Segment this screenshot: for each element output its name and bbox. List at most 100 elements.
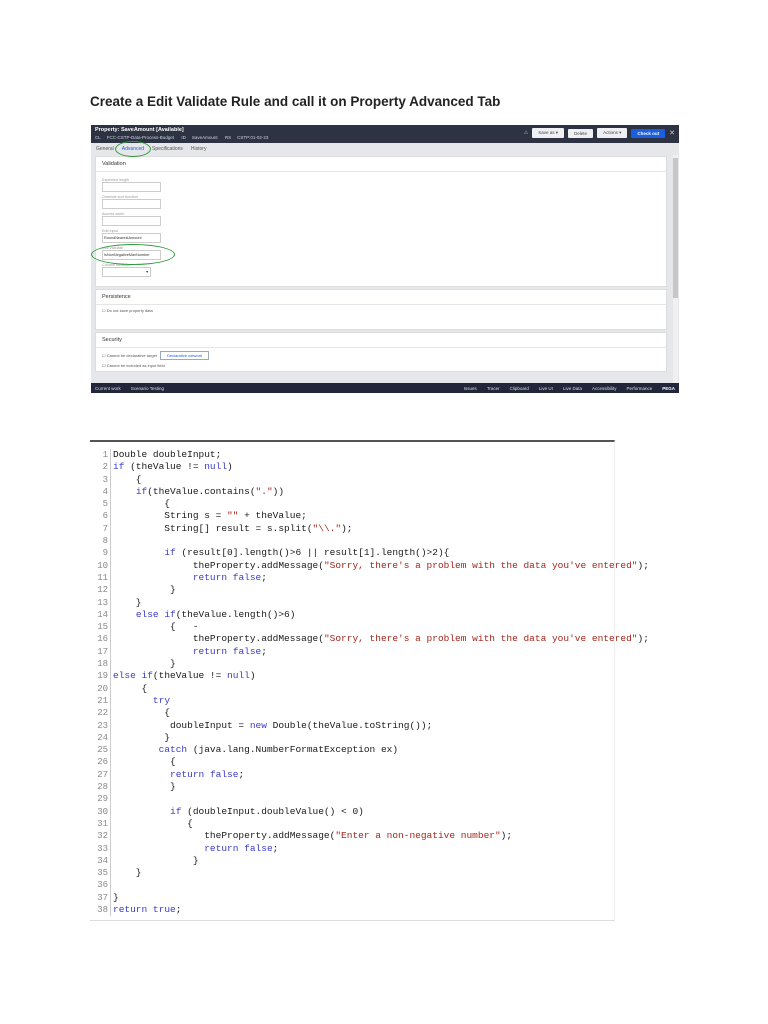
code-line: } [113, 854, 199, 866]
code-line: return false; [192, 645, 267, 657]
line-number: 21 [97, 695, 108, 706]
use-validate-label: Use validate [102, 246, 123, 250]
line-number: 13 [97, 597, 108, 608]
declarative-network-button[interactable]: Declarative network [159, 351, 210, 360]
line-number: 28 [97, 782, 108, 793]
code-lines: Double doubleInput; if (theValue != null)… [113, 449, 649, 916]
code-editor: 1 2 3 4 5 6 7 8 9 10 11 12 13 14 15 16 17 18 19 20 21 22 23 24 2… [90, 440, 649, 921]
line-number: 35 [97, 868, 108, 879]
code-line: { [113, 756, 176, 768]
code-line: else if(theValue.length()>6) [135, 608, 296, 620]
code-line: } [113, 891, 119, 903]
checkbox-icon[interactable]: ☐ [102, 308, 106, 313]
close-icon[interactable]: ✕ [669, 129, 675, 137]
dev-studio-footer: Current work Scenario Testing Issues Tra… [91, 383, 679, 393]
pega-screenshot: Property: SaveAmount [Available] CL FCC-C… [91, 125, 679, 393]
line-number: 5 [102, 499, 108, 510]
line-number: 16 [97, 634, 108, 645]
code-line: catch (java.lang.NumberFormatException e… [158, 744, 399, 756]
code-line: if(theValue.contains(".")) [135, 485, 285, 497]
line-number: 26 [97, 757, 108, 768]
input-field-label: Cannot be included as input field [106, 363, 165, 368]
save-as-button[interactable]: Save as ▾ [532, 128, 565, 138]
code-line: try [152, 694, 171, 706]
pega-logo: PEGA [662, 385, 675, 391]
tab-history[interactable]: History [191, 146, 207, 152]
delete-button[interactable]: Delete [568, 128, 594, 138]
footer-clipboard[interactable]: Clipboard [510, 386, 529, 391]
use-validate-field[interactable]: IsNonNegativeMaxNumber [91, 244, 175, 265]
line-number: 19 [97, 671, 108, 682]
scrollbar[interactable] [673, 155, 678, 383]
footer-tracer[interactable]: Tracer [487, 386, 500, 391]
tab-specifications[interactable]: Specifications [152, 146, 183, 152]
code-line: { - [113, 621, 199, 633]
validation-section: Validation Expected length Override sort… [91, 156, 667, 287]
line-number: 2 [102, 462, 108, 473]
footer-live-data[interactable]: Live Data [563, 386, 582, 391]
line-number: 12 [97, 585, 108, 596]
footer-performance[interactable]: Performance [626, 386, 652, 391]
code-line: return false; [170, 768, 245, 780]
footer-live-ui[interactable]: Live UI [539, 386, 553, 391]
rule-title: Property: SaveAmount [Available] [95, 127, 184, 133]
code-line: String[] result = s.split("\\."); [113, 522, 353, 534]
override-sort-input[interactable] [102, 199, 161, 209]
footer-current-work[interactable]: Current work [95, 386, 121, 391]
line-number: 31 [97, 818, 108, 829]
checkbox-icon[interactable]: ☐ [102, 363, 106, 368]
id-value: SaveAmount [191, 135, 218, 140]
code-line: return true; [113, 903, 182, 915]
check-out-button[interactable]: Check out [631, 128, 666, 138]
save-as-label: Save as [538, 130, 555, 135]
line-number: 38 [97, 904, 108, 915]
class-label: CL [95, 135, 101, 140]
security-section: Security ☐ Cannot be declarative target D… [95, 332, 667, 372]
code-line: } [113, 584, 176, 596]
code-line: theProperty.addMessage("Sorry, there's a… [113, 633, 649, 645]
line-number: 36 [97, 880, 108, 891]
expected-length-label: Expected length [102, 178, 130, 182]
code-line: if (doubleInput.doubleValue() < 0) [170, 805, 364, 817]
footer-scenario-testing[interactable]: Scenario Testing [131, 386, 164, 391]
code-line: { [113, 817, 193, 829]
actions-button[interactable]: Actions ▾ [597, 128, 628, 138]
rs-value: CSTP:01-02-23 [237, 135, 269, 140]
code-line: if (result[0].length()>6 || result[1].le… [164, 547, 450, 559]
persistence-heading: Persistence [96, 290, 666, 305]
edit-input-field[interactable]: RoundNearestAmount [102, 233, 161, 243]
access-when-input[interactable] [102, 216, 161, 226]
tab-general[interactable]: General [96, 146, 114, 152]
line-number: 8 [102, 536, 108, 547]
column-inclusion-select[interactable] [102, 267, 151, 277]
use-validate-value: IsNonNegativeMaxNumber [104, 253, 150, 257]
line-number: 32 [97, 831, 108, 842]
line-number: 29 [97, 794, 108, 805]
code-line: doubleInput = new Double(theValue.toStri… [113, 719, 433, 731]
code-line: Double doubleInput; [113, 449, 222, 460]
code-line: return false; [192, 571, 267, 583]
code-line: } [113, 781, 176, 793]
rs-label: RS [224, 135, 232, 140]
validation-heading: Validation [96, 157, 666, 172]
line-number: 17 [97, 646, 108, 657]
line-number: 33 [97, 843, 108, 854]
column-inclusion-label: Column inclusion [102, 263, 131, 267]
warning-icon[interactable]: ⚠ [524, 130, 528, 136]
line-number: 22 [97, 708, 108, 719]
expected-length-input[interactable] [102, 182, 161, 192]
footer-accessibility[interactable]: Accessibility [592, 386, 617, 391]
tab-advanced[interactable]: Advanced [114, 140, 152, 157]
access-when-label: Access when [102, 212, 125, 216]
do-not-save-label: Do not save property data [106, 308, 153, 313]
code-line: if (theValue != null) [113, 461, 233, 473]
code-line: theProperty.addMessage("Enter a non-nega… [113, 830, 513, 842]
footer-issues[interactable]: Issues [464, 386, 477, 391]
class-value[interactable]: FCC-CSTP-Data-Process-Budget [107, 135, 174, 140]
line-number: 4 [102, 486, 108, 497]
checkbox-icon[interactable]: ☐ [102, 353, 106, 358]
line-number: 25 [97, 745, 108, 756]
code-line: } [113, 658, 176, 670]
